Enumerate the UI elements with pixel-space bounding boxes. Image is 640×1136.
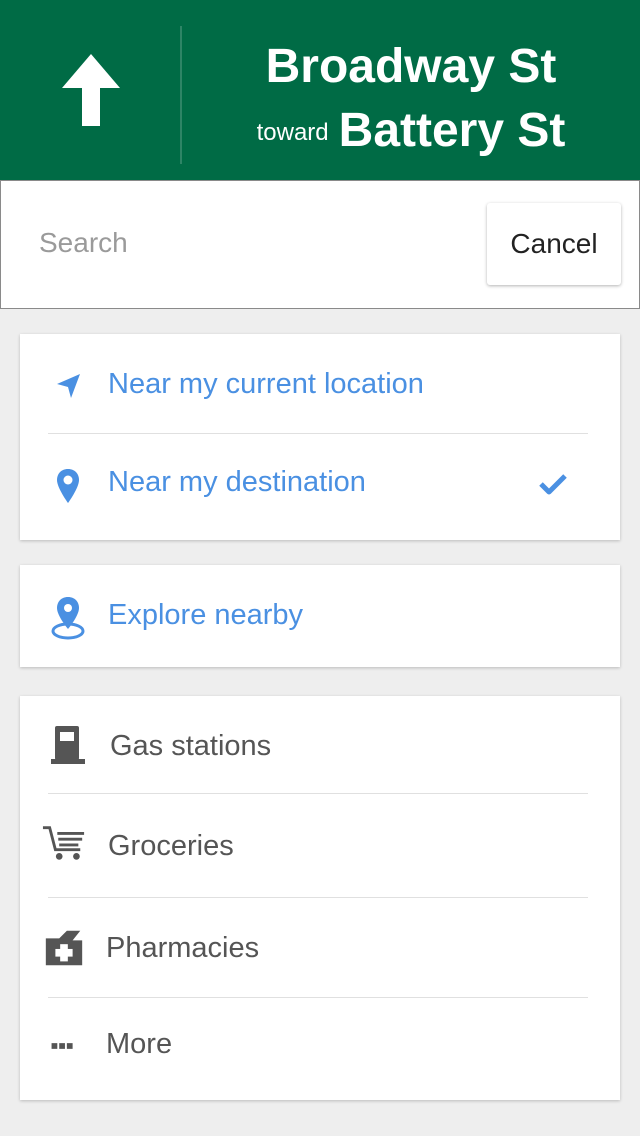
toward-label: toward [256, 119, 329, 146]
explore-nearby-card: Explore nearby [20, 565, 620, 667]
groceries-item[interactable]: Groceries [20, 794, 620, 898]
more-item[interactable]: More [20, 998, 620, 1098]
explore-nearby-item[interactable]: Explore nearby [20, 565, 620, 667]
pharmacy-icon [42, 928, 86, 968]
gas-station-icon [46, 724, 90, 764]
search-input[interactable] [17, 211, 467, 275]
explore-pin-icon [46, 595, 90, 641]
arrow-up-icon [62, 54, 120, 126]
current-street: Broadway St [265, 40, 557, 93]
categories-card: Gas stations Groceries Pharmacies More [20, 696, 620, 1100]
cancel-button[interactable]: Cancel [487, 203, 621, 285]
pharmacies-item[interactable]: Pharmacies [20, 898, 620, 998]
toward-street: Battery St [338, 104, 566, 157]
explore-nearby-label: Explore nearby [108, 599, 304, 631]
more-label: More [106, 1028, 173, 1060]
more-dots-icon [42, 1042, 86, 1050]
near-destination-item[interactable]: Near my destination [20, 434, 620, 540]
navigation-header: Broadway St toward Battery St [0, 0, 640, 180]
toward-line: toward Battery St [182, 100, 640, 173]
near-current-location-item[interactable]: Near my current location [20, 334, 620, 434]
gas-stations-label: Gas stations [110, 730, 272, 762]
search-location-card: Near my current location Near my destina… [20, 334, 620, 540]
search-bar: Cancel [0, 180, 640, 309]
checkmark-icon [538, 472, 568, 501]
navigation-arrow-icon [46, 372, 90, 400]
near-current-location-label: Near my current location [108, 368, 424, 400]
shopping-cart-icon [42, 824, 86, 862]
location-pin-icon [46, 468, 90, 504]
near-destination-label: Near my destination [108, 466, 366, 498]
pharmacies-label: Pharmacies [106, 932, 260, 964]
gas-stations-item[interactable]: Gas stations [20, 696, 620, 794]
groceries-label: Groceries [108, 830, 234, 862]
